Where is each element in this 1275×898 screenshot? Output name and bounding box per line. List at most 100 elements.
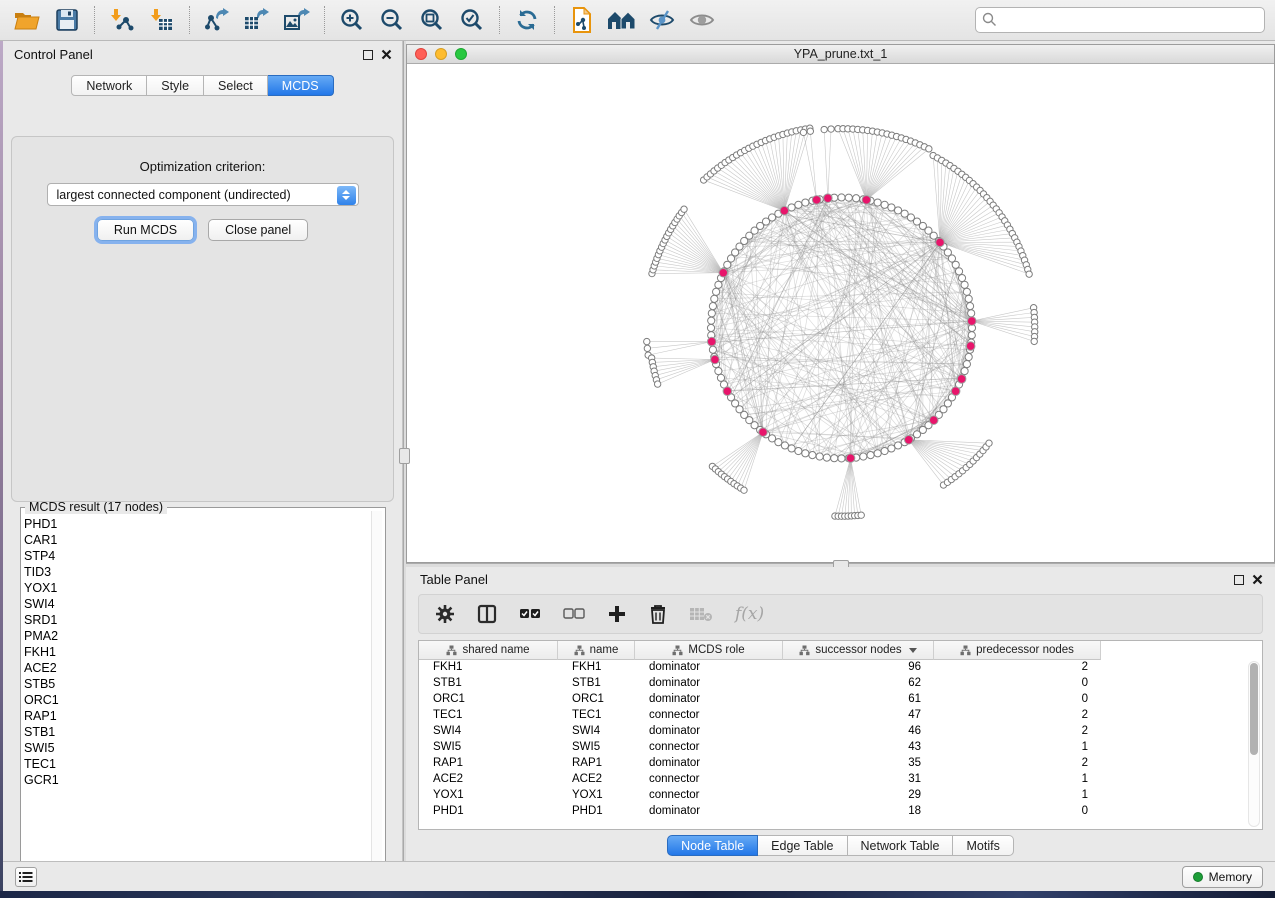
mcds-options-box: Optimization criterion: largest connecte…	[11, 136, 394, 502]
task-list-icon[interactable]	[15, 867, 37, 887]
show-eye-icon[interactable]	[685, 4, 719, 36]
settings-gear-icon[interactable]	[435, 604, 455, 624]
network-window-title: YPA_prune.txt_1	[407, 47, 1274, 61]
mcds-result-item[interactable]: CAR1	[24, 532, 369, 548]
table-row[interactable]: STB1STB1dominator620	[419, 676, 1262, 692]
delete-row-icon[interactable]	[649, 604, 667, 624]
status-bar: Memory	[3, 861, 1275, 891]
table-row[interactable]: PHD1PHD1dominator180	[419, 804, 1262, 820]
export-network-icon[interactable]	[200, 4, 234, 36]
mcds-result-item[interactable]: STB5	[24, 676, 369, 692]
mcds-result-item[interactable]: SWI5	[24, 740, 369, 756]
houses-icon[interactable]	[605, 4, 639, 36]
import-network-icon[interactable]	[105, 4, 139, 36]
column-header-mcds-role[interactable]: MCDS role	[635, 641, 783, 660]
toolbar-separator	[189, 6, 190, 34]
table-row[interactable]: TEC1TEC1connector472	[419, 708, 1262, 724]
table-scrollbar-thumb[interactable]	[1250, 663, 1258, 755]
table-cell: ORC1	[419, 692, 558, 708]
table-cell: 2	[934, 660, 1101, 676]
open-file-icon[interactable]	[10, 4, 44, 36]
memory-button[interactable]: Memory	[1182, 866, 1263, 888]
table-cell: ACE2	[419, 772, 558, 788]
table-cell: dominator	[635, 676, 783, 692]
mcds-result-item[interactable]: SRD1	[24, 612, 369, 628]
tab-motifs[interactable]: Motifs	[953, 835, 1013, 856]
network-window-titlebar: YPA_prune.txt_1	[407, 45, 1274, 64]
close-panel-icon[interactable]	[381, 49, 392, 60]
table-cell: STB1	[419, 676, 558, 692]
optimization-select[interactable]: largest connected component (undirected)	[47, 183, 359, 206]
unselect-all-icon[interactable]	[563, 607, 585, 621]
table-scrollbar[interactable]	[1248, 661, 1260, 827]
select-all-icon[interactable]	[519, 607, 541, 621]
mcds-result-item[interactable]: TEC1	[24, 756, 369, 772]
tab-style[interactable]: Style	[147, 75, 204, 96]
columns-icon[interactable]	[477, 604, 497, 624]
search-input[interactable]	[975, 7, 1265, 33]
mcds-result-item[interactable]: ORC1	[24, 692, 369, 708]
zoom-fit-icon[interactable]	[415, 4, 449, 36]
table-row[interactable]: YOX1YOX1connector291	[419, 788, 1262, 804]
zoom-selected-icon[interactable]	[455, 4, 489, 36]
mcds-result-item[interactable]: RAP1	[24, 708, 369, 724]
export-table-icon[interactable]	[240, 4, 274, 36]
import-table-icon[interactable]	[145, 4, 179, 36]
hide-eye-icon[interactable]	[645, 4, 679, 36]
table-panel: Table Panel	[406, 567, 1275, 861]
table-row[interactable]: RAP1RAP1dominator352	[419, 756, 1262, 772]
table-cell: 96	[783, 660, 934, 676]
tab-mcds[interactable]: MCDS	[268, 75, 334, 96]
zoom-out-icon[interactable]	[375, 4, 409, 36]
column-header-shared-name[interactable]: shared name	[419, 641, 558, 660]
share-document-icon[interactable]	[565, 4, 599, 36]
column-header-successor-nodes[interactable]: successor nodes	[783, 641, 934, 660]
table-row[interactable]: ACE2ACE2connector311	[419, 772, 1262, 788]
mcds-result-item[interactable]: ACE2	[24, 660, 369, 676]
mcds-result-item[interactable]: PHD1	[24, 516, 369, 532]
table-row[interactable]: SWI4SWI4dominator462	[419, 724, 1262, 740]
mcds-result-item[interactable]: SWI4	[24, 596, 369, 612]
export-image-icon[interactable]	[280, 4, 314, 36]
table-panel-title: Table Panel	[420, 572, 488, 587]
column-tree-icon	[574, 645, 585, 656]
zoom-in-icon[interactable]	[335, 4, 369, 36]
mcds-result-item[interactable]: STB1	[24, 724, 369, 740]
refresh-icon[interactable]	[510, 4, 544, 36]
tab-select[interactable]: Select	[204, 75, 268, 96]
save-icon[interactable]	[50, 4, 84, 36]
close-panel-button[interactable]: Close panel	[208, 219, 308, 241]
table-cell: 2	[934, 756, 1101, 772]
network-view-window: YPA_prune.txt_1	[406, 44, 1275, 563]
tab-edge-table[interactable]: Edge Table	[758, 835, 847, 856]
mcds-result-item[interactable]: FKH1	[24, 644, 369, 660]
vertical-splitter-handle[interactable]	[399, 448, 410, 464]
table-row[interactable]: ORC1ORC1dominator610	[419, 692, 1262, 708]
mcds-result-item[interactable]: PMA2	[24, 628, 369, 644]
tab-network[interactable]: Network	[71, 75, 147, 96]
column-header-name[interactable]: name	[558, 641, 635, 660]
mcds-result-item[interactable]: TID3	[24, 564, 369, 580]
float-table-panel-icon[interactable]	[1234, 575, 1244, 585]
table-row[interactable]: FKH1FKH1dominator962	[419, 660, 1262, 676]
table-row[interactable]: SWI5SWI5connector431	[419, 740, 1262, 756]
table-cell: SWI5	[419, 740, 558, 756]
float-panel-icon[interactable]	[363, 50, 373, 60]
mcds-list-scrollbar[interactable]	[371, 511, 382, 875]
run-mcds-button[interactable]: Run MCDS	[97, 219, 194, 241]
mcds-result-item[interactable]: STP4	[24, 548, 369, 564]
tab-network-table[interactable]: Network Table	[848, 835, 954, 856]
add-row-icon[interactable]	[607, 604, 627, 624]
mcds-result-list: PHD1CAR1STP4TID3YOX1SWI4SRD1PMA2FKH1ACE2…	[24, 516, 369, 875]
tab-node-table[interactable]: Node Table	[667, 835, 758, 856]
delete-table-icon-disabled	[689, 606, 713, 622]
mcds-result-item[interactable]: YOX1	[24, 580, 369, 596]
mcds-result-item[interactable]: GCR1	[24, 772, 369, 788]
network-canvas[interactable]	[407, 64, 1274, 562]
column-tree-icon	[799, 645, 810, 656]
table-cell: dominator	[635, 692, 783, 708]
column-header-predecessor-nodes[interactable]: predecessor nodes	[934, 641, 1101, 660]
close-table-panel-icon[interactable]	[1252, 574, 1263, 585]
node-table: shared namenameMCDS rolesuccessor nodesp…	[418, 640, 1263, 830]
toolbar-separator	[324, 6, 325, 34]
